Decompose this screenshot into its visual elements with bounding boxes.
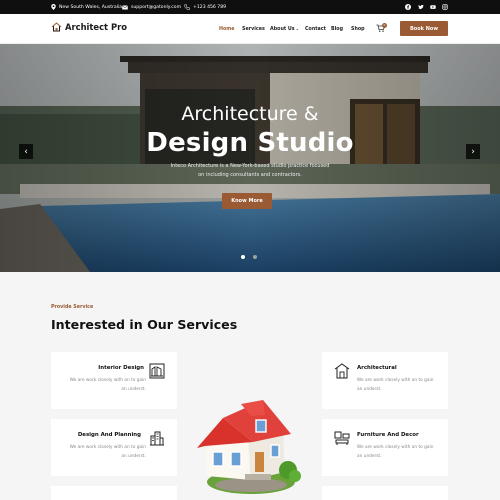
slide-dot-active[interactable] (241, 255, 245, 259)
nav-blog[interactable]: Blog (331, 27, 343, 32)
service-card-partial[interactable] (322, 486, 448, 500)
nav-contact[interactable]: Contact (305, 27, 326, 32)
email-info[interactable]: support@gatonly.com (122, 0, 181, 14)
section-title: Interested in Our Services (51, 317, 238, 332)
service-card-interior-design[interactable]: Interior Design We are work closely with… (51, 352, 177, 409)
mail-icon (122, 4, 128, 9)
youtube-icon[interactable] (430, 4, 436, 10)
nav-home[interactable]: Home (219, 27, 235, 32)
nav-shop[interactable]: Shop (351, 27, 365, 32)
service-card-furniture-decor[interactable]: Furniture And Decor We are work closely … (322, 419, 448, 476)
nav-about-us[interactable]: About Us⌄ (270, 26, 299, 32)
phone-icon (184, 4, 190, 10)
instagram-icon[interactable] (442, 4, 448, 10)
service-card-architectural[interactable]: Architectural We are work closely with a… (322, 352, 448, 409)
phone-text[interactable]: +123 456 789 (193, 5, 226, 10)
section-eyebrow: Provide Service (51, 305, 94, 310)
service-card-title: Furniture And Decor (357, 432, 419, 438)
next-slide-button[interactable]: › (466, 144, 480, 159)
service-card-title: Architectural (357, 365, 397, 371)
chevron-left-icon: ‹ (24, 146, 28, 157)
chevron-down-icon: ⌄ (295, 26, 299, 31)
slide-dot[interactable] (253, 255, 257, 259)
location-text: New South Wales, Australia (59, 4, 123, 10)
service-card-design-planning[interactable]: Design And Planning We are work closely … (51, 419, 177, 476)
nav-services[interactable]: Services (242, 27, 265, 32)
hero-title-line1: Architecture & (181, 103, 319, 125)
interior-design-icon (149, 363, 165, 379)
service-card-desc: We are work closely with an to gain an u… (357, 445, 434, 459)
service-card-partial[interactable] (51, 486, 177, 500)
chevron-right-icon: › (471, 146, 475, 157)
book-now-button[interactable]: Book Now (400, 21, 448, 36)
hero-subtitle: Inteco Architecture is a New-York-based … (170, 163, 330, 178)
service-card-title: Design And Planning (77, 432, 141, 438)
house-logo-icon (51, 22, 62, 32)
facebook-icon[interactable] (405, 4, 411, 10)
service-card-desc: We are work closely with an to gain an u… (69, 378, 146, 392)
site-header: Architect Pro Home Services About Us⌄ Co… (0, 14, 500, 44)
site-logo[interactable]: Architect Pro (51, 22, 127, 32)
furniture-icon (334, 431, 350, 445)
hero-title-line2: Design Studio (146, 128, 354, 158)
logo-text: Architect Pro (65, 22, 127, 32)
top-bar: New South Wales, Australia support@gaton… (0, 0, 500, 14)
service-card-desc: We are work closely with an to gain an u… (69, 445, 146, 459)
house-illustration (197, 400, 301, 494)
hero-background-image (0, 44, 500, 272)
service-card-title: Interior Design (98, 365, 144, 371)
phone-info[interactable]: +123 456 789 (184, 0, 226, 14)
twitter-icon[interactable] (418, 4, 424, 10)
buildings-icon (150, 431, 164, 446)
hero-slider: Architecture & Design Studio Inteco Arch… (0, 44, 500, 272)
service-card-desc: We are work closely with an to gain an u… (357, 378, 434, 392)
prev-slide-button[interactable]: ‹ (19, 144, 33, 159)
location-pin-icon (51, 4, 56, 10)
architecture-icon (334, 363, 350, 379)
email-text[interactable]: support@gatonly.com (131, 5, 181, 10)
location-info: New South Wales, Australia (51, 0, 122, 14)
nav-about-label: About Us (270, 27, 295, 32)
know-more-button[interactable]: Know More (222, 193, 272, 209)
cart-count-badge: 0 (382, 23, 387, 28)
